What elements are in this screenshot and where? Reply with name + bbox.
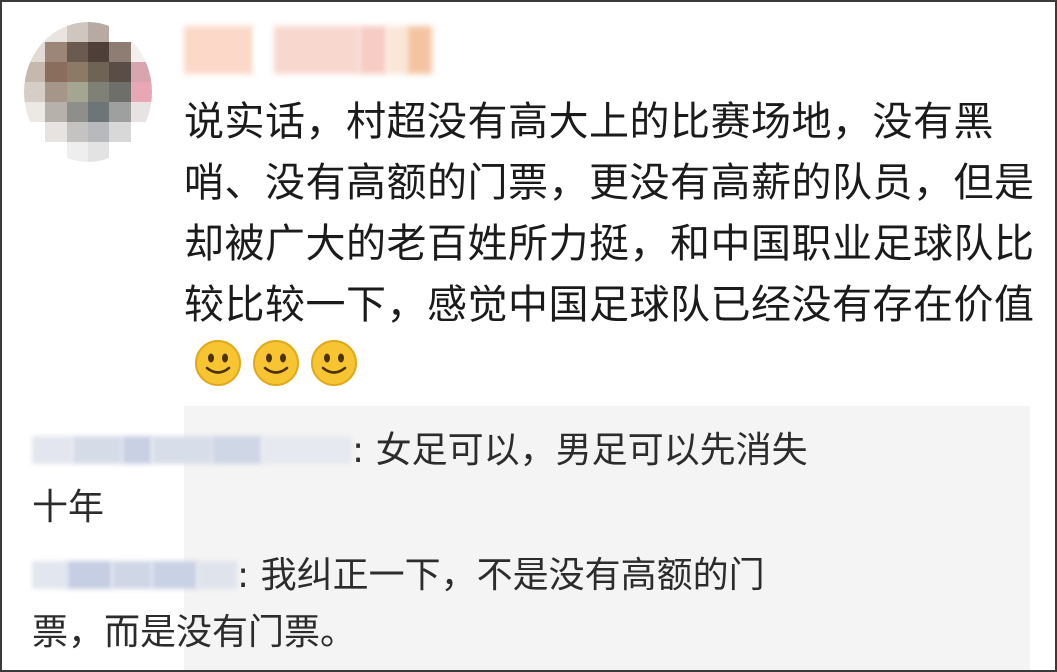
smiley-emoji-icon: [311, 340, 357, 386]
avatar-pixel: [24, 42, 46, 62]
avatar-pixel: [66, 82, 88, 102]
comment-body: 说实话，村超没有高大上的比赛场地，没有黑哨、没有高额的门票，更没有高薪的队员，但…: [184, 92, 1044, 397]
reply-username-blurred[interactable]: [32, 436, 352, 464]
avatar-pixel: [66, 102, 88, 122]
avatar-pixel: [66, 142, 88, 162]
avatar-pixel: [109, 142, 131, 162]
avatar-pixel: [66, 62, 88, 82]
avatar-pixel: [109, 82, 131, 102]
reply-username-blurred[interactable]: [32, 561, 237, 589]
avatar-pixel: [130, 42, 152, 62]
avatar-pixel: [24, 22, 46, 42]
avatar-pixel: [130, 82, 152, 102]
avatar-pixel: [66, 42, 88, 62]
comment-text: 说实话，村超没有高大上的比赛场地，没有黑哨、没有高额的门票，更没有高薪的队员，但…: [184, 99, 1035, 328]
avatar-pixel: [130, 22, 152, 42]
avatar-pixel: [88, 142, 110, 162]
avatar-pixel: [88, 22, 110, 42]
avatar-pixel: [88, 122, 110, 142]
avatar-pixel: [45, 122, 67, 142]
smiley-emoji-icon: [253, 340, 299, 386]
avatar-pixel: [45, 82, 67, 102]
avatar-pixel: [109, 42, 131, 62]
avatar-pixel: [88, 102, 110, 122]
avatar-pixel: [88, 62, 110, 82]
avatar-pixel: [88, 42, 110, 62]
avatar-pixel: [88, 82, 110, 102]
avatar-pixel: [66, 122, 88, 142]
avatar-pixel: [45, 42, 67, 62]
avatar-pixel: [130, 142, 152, 162]
comment-card: 说实话，村超没有高大上的比赛场地，没有黑哨、没有高额的门票，更没有高薪的队员，但…: [0, 0, 1057, 672]
avatar-pixel: [130, 62, 152, 82]
avatar-pixel: [130, 122, 152, 142]
avatar-pixel: [45, 142, 67, 162]
avatar-pixel: [24, 82, 46, 102]
avatar-pixel: [130, 102, 152, 122]
avatar-pixel: [24, 62, 46, 82]
reply-item[interactable]: : 女足可以，男足可以先消失十年: [32, 422, 822, 536]
avatar-pixel: [45, 102, 67, 122]
avatar-pixel: [45, 62, 67, 82]
reply-item[interactable]: : 我纠正一下，不是没有高额的门票，而是没有门票。: [32, 547, 822, 661]
avatar-pixel: [109, 122, 131, 142]
avatar-pixel: [24, 142, 46, 162]
username-blurred[interactable]: [184, 26, 454, 74]
avatar-pixel: [24, 122, 46, 142]
avatar-pixel: [66, 22, 88, 42]
avatar-pixel: [24, 102, 46, 122]
avatar-pixel: [109, 102, 131, 122]
avatar[interactable]: [24, 22, 152, 162]
avatar-pixel: [45, 22, 67, 42]
avatar-pixel: [109, 22, 131, 42]
smiley-emoji-icon: [195, 340, 241, 386]
avatar-pixel: [109, 62, 131, 82]
